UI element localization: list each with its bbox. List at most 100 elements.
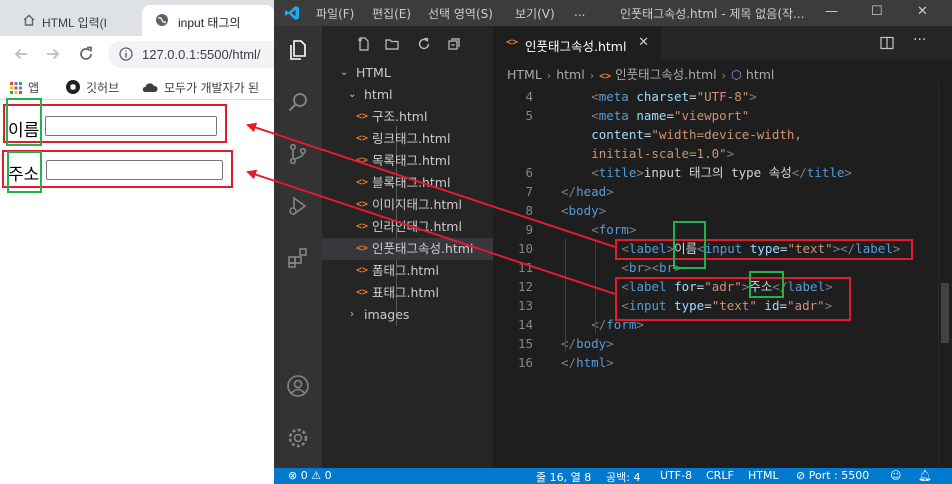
tree-file-item[interactable]: <> 블록태그.html [322,172,493,194]
status-indentation[interactable]: 공백: 4 [606,469,640,484]
new-folder-icon[interactable] [384,36,400,52]
code-token: > [749,89,757,104]
tree-file-item-active[interactable]: <> 인풋태그속성.html [322,238,493,260]
editor-tab-active[interactable]: <> 인풋태그속성.html ✕ [493,26,661,61]
code-line[interactable]: 4 <meta charset="UTF-8"> [493,87,952,106]
info-icon[interactable] [119,47,133,61]
source-control-icon[interactable] [286,142,310,166]
tree-file-item[interactable]: <> 인라인태그.html [322,216,493,238]
status-eol[interactable]: CRLF [706,469,734,482]
breadcrumb-item[interactable]: HTML [507,67,542,82]
code-text: initial-scale=1.0"> [591,144,734,163]
refresh-icon[interactable] [416,36,432,52]
file-name: 폼태그.html [372,263,439,278]
menu-view[interactable]: 보기(V) [515,5,555,22]
code-token: > [606,336,614,351]
breadcrumb-item[interactable]: html [746,67,774,82]
account-icon[interactable] [286,374,310,398]
code-token: > [844,165,852,180]
address-bar[interactable]: 127.0.0.1:5500/html/ [108,41,274,68]
home-icon [23,14,35,26]
line-number: 9 [525,222,533,237]
code-line[interactable]: 16 </html> [493,353,952,372]
line-number: 13 [517,298,533,313]
indent-guide [565,239,566,353]
code-line[interactable]: 5 <meta name="viewport" [493,106,952,125]
menu-edit[interactable]: 편집(E) [372,5,411,22]
status-live-server-port[interactable]: ⊘ Port : 5500 [796,469,869,482]
minimize-icon[interactable]: — [825,4,838,19]
code-line[interactable]: 11 <br><br> [493,258,952,277]
tree-folder-images[interactable]: › images [322,304,493,326]
close-window-icon[interactable]: ✕ [917,4,928,19]
status-language[interactable]: HTML [748,469,779,482]
code-token: > [628,222,637,237]
collapse-all-icon[interactable] [446,36,462,52]
extensions-icon[interactable] [286,246,310,270]
browser-tab-input-tag[interactable]: input 태그의 [142,5,274,36]
close-tab-icon[interactable]: ✕ [638,35,649,50]
chevron-right-icon: › [589,69,595,82]
scrollbar-thumb[interactable] [941,283,949,343]
code-token: meta [598,108,629,123]
back-arrow-icon[interactable] [12,45,30,63]
chevron-down-icon: ⌄ [340,67,349,78]
code-line[interactable]: initial-scale=1.0"> [493,144,952,163]
tree-folder-root[interactable]: ⌄ HTML [322,62,493,84]
bookmark-label: 앱 [28,81,40,95]
tree-file-item[interactable]: <> 구조.html [322,106,493,128]
breadcrumb-item[interactable]: 인풋태그속성.html [615,67,716,82]
breadcrumb-item[interactable]: html [556,67,584,82]
file-name: 이미지태그.html [372,197,462,212]
feedback-icon[interactable]: ☺ [890,469,901,482]
code-token: content [591,127,644,142]
vscode-title-bar: 파일(F) 편집(E) 선택 영역(S) 보기(V) ... 인풋태그속성.ht… [274,0,952,26]
code-line[interactable]: 6 <title>input 태그의 type 속성</title> [493,163,952,182]
menu-selection[interactable]: 선택 영역(S) [428,5,493,22]
html-file-icon: <> [506,37,519,48]
status-problems[interactable]: ⊗ 0 ⚠ 0 [288,469,332,482]
status-bar: ⊗ 0 ⚠ 0 줄 16, 열 8 공백: 4 UTF-8 CRLF HTML … [274,468,952,484]
reload-icon[interactable] [77,45,95,63]
editor-scrollbar[interactable] [938,83,952,468]
bookmark-apps[interactable]: 앱 [10,79,39,96]
more-actions-icon[interactable]: ··· [913,32,929,48]
html-file-icon: <> [356,111,369,122]
code-line[interactable]: 15 </body> [493,334,952,353]
code-token: name [636,108,667,123]
notifications-bell-icon[interactable]: 🔔︎ [918,469,932,482]
code-token: initial-scale=1.0" [591,146,727,161]
explorer-files-icon[interactable] [286,38,310,62]
status-cursor-position[interactable]: 줄 16, 열 8 [536,469,591,484]
code-line[interactable]: 7 </head> [493,182,952,201]
bookmark-github[interactable]: 깃허브 [66,79,119,96]
code-line[interactable]: 8 <body> [493,201,952,220]
folder-name: HTML [356,65,391,80]
tree-file-item[interactable]: <> 표태그.html [322,282,493,304]
tree-file-item[interactable]: <> 링크태그.html [322,128,493,150]
maximize-icon[interactable]: ☐ [871,4,883,19]
new-file-icon[interactable] [356,36,372,52]
html-file-icon: <> [356,177,369,188]
port-label: Port : 5500 [808,469,870,482]
tree-file-item[interactable]: <> 폼태그.html [322,260,493,282]
split-editor-icon[interactable] [879,35,895,51]
bookmark-everyone-developer[interactable]: 모두가 개발자가 된 [142,79,259,96]
menu-file[interactable]: 파일(F) [316,5,354,22]
search-icon[interactable] [286,90,310,114]
code-token: > [598,203,607,218]
code-line[interactable]: content="width=device-width, [493,125,952,144]
settings-gear-icon[interactable] [286,426,310,450]
tree-folder-html[interactable]: ⌄ html [322,84,493,106]
status-encoding[interactable]: UTF-8 [660,469,692,482]
menu-more[interactable]: ... [574,5,585,19]
chevron-right-icon: › [546,69,552,82]
tree-file-item[interactable]: <> 이미지태그.html [322,194,493,216]
code-line[interactable]: 9 <form> [493,220,952,239]
forward-arrow-icon[interactable] [44,45,62,63]
file-name: 링크태그.html [372,131,451,146]
browser-tab-html-input[interactable]: HTML 입력(I [8,5,140,36]
tree-file-item[interactable]: <> 목록태그.html [322,150,493,172]
run-debug-icon[interactable] [286,194,310,218]
html-file-icon: <> [356,265,369,276]
